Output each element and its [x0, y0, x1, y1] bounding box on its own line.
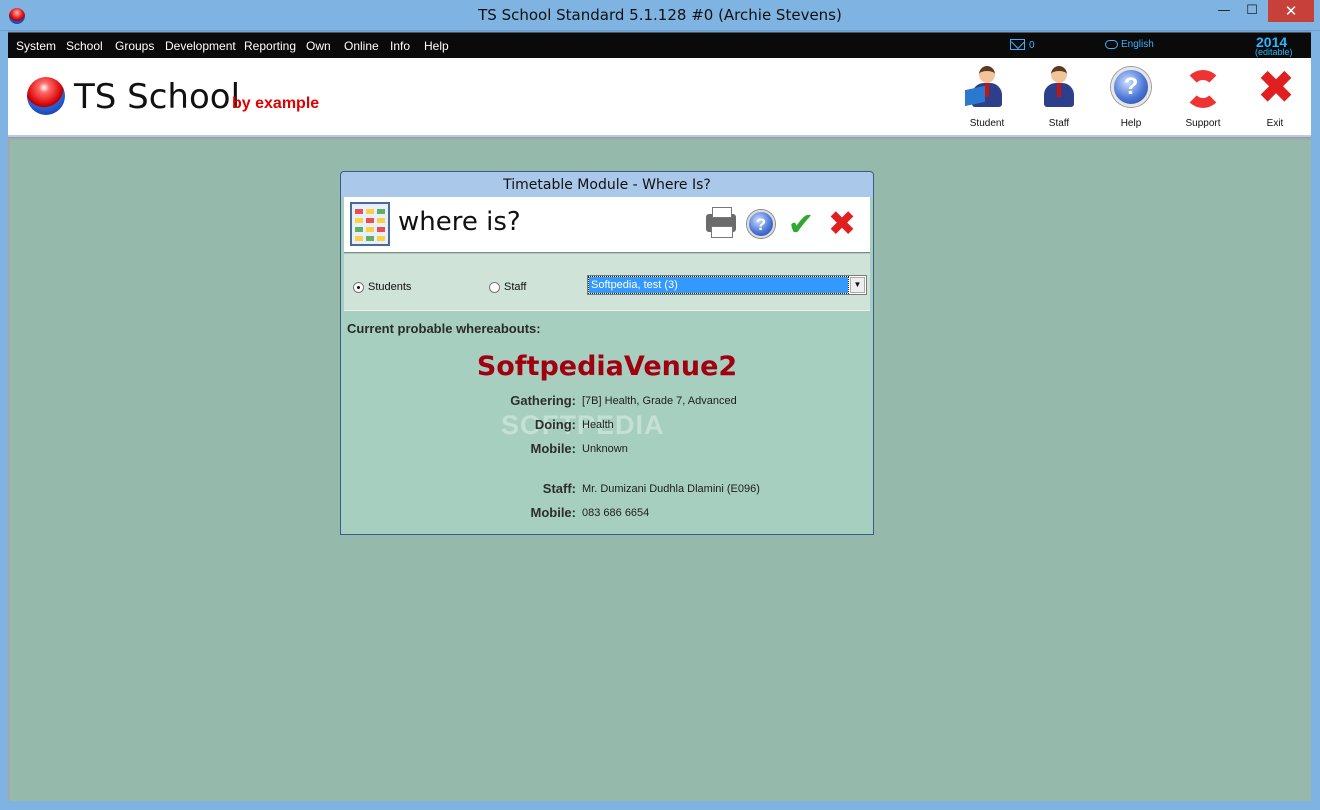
timetable-icon	[350, 202, 390, 246]
person-select-value[interactable]: Softpedia, test (3)	[588, 276, 849, 294]
menu-own[interactable]: Own	[306, 39, 331, 53]
staff-radio[interactable]	[489, 282, 500, 293]
staff-mobile-value: 083 686 6654	[582, 507, 650, 519]
title-bar[interactable]: TS School Standard 5.1.128 #0 (Archie St…	[0, 0, 1320, 31]
printer-icon	[706, 207, 736, 238]
students-radio[interactable]	[353, 282, 364, 293]
student-label: Student	[969, 118, 1005, 129]
selection-row: Students Staff Softpedia, test (3) ▼	[344, 254, 870, 311]
person-select[interactable]: Softpedia, test (3) ▼	[587, 275, 867, 295]
support-label: Support	[1185, 118, 1221, 129]
close-button[interactable]: ✕	[1268, 0, 1314, 22]
chevron-down-icon[interactable]: ▼	[850, 277, 865, 293]
staff-mobile-label: Mobile:	[530, 505, 577, 520]
logo-text: TS School	[74, 77, 241, 117]
logo-subtitle: by example	[232, 95, 320, 112]
year-editable-note: (editable)	[1255, 47, 1293, 57]
help-label: Help	[1120, 118, 1142, 129]
doing-label: Doing:	[534, 417, 576, 432]
mail-icon[interactable]	[1010, 39, 1025, 50]
maximize-button[interactable]: ☐	[1238, 0, 1266, 22]
whereabouts-label: Current probable whereabouts:	[347, 321, 541, 336]
staff-icon	[1037, 66, 1081, 110]
exit-label: Exit	[1266, 118, 1284, 129]
exit-button[interactable]: ✖ Exit	[1242, 60, 1308, 132]
menu-system[interactable]: System	[16, 39, 56, 53]
staff-name-label: Staff:	[542, 481, 576, 496]
help-icon: ?	[1109, 66, 1153, 110]
mobile-label: Mobile:	[530, 441, 577, 456]
cancel-button[interactable]: ✖	[825, 207, 859, 241]
lifebuoy-icon	[1181, 66, 1225, 110]
dialog-heading: where is?	[398, 207, 521, 237]
window-title: TS School Standard 5.1.128 #0 (Archie St…	[478, 6, 842, 24]
student-button[interactable]: Student	[954, 66, 1020, 132]
staff-radio-label[interactable]: Staff	[504, 281, 526, 293]
menu-online[interactable]: Online	[344, 39, 379, 53]
where-is-dialog: Timetable Module - Where Is? where is? ?…	[340, 171, 874, 535]
gathering-label: Gathering:	[510, 393, 576, 408]
checkmark-icon: ✔	[787, 205, 815, 243]
window-frame-right	[1311, 31, 1320, 810]
language-bubble-icon[interactable]	[1105, 40, 1118, 49]
students-radio-label[interactable]: Students	[368, 281, 411, 293]
menu-development[interactable]: Development	[165, 39, 236, 53]
language-link[interactable]: English	[1121, 39, 1154, 50]
menu-help[interactable]: Help	[424, 39, 449, 53]
menu-info[interactable]: Info	[390, 39, 410, 53]
window-frame-bottom	[0, 801, 1320, 810]
dialog-help-button[interactable]: ?	[744, 208, 778, 240]
window-frame-left	[0, 31, 8, 810]
student-icon	[965, 66, 1009, 110]
help-button[interactable]: ? Help	[1098, 66, 1164, 132]
print-button[interactable]	[704, 207, 738, 240]
close-icon: ✖	[827, 204, 857, 244]
logo-ball-icon	[27, 77, 65, 115]
support-button[interactable]: Support	[1170, 66, 1236, 132]
mail-count[interactable]: 0	[1029, 40, 1035, 51]
gathering-value: [7B] Health, Grade 7, Advanced	[582, 395, 737, 407]
staff-button[interactable]: Staff	[1026, 66, 1092, 132]
help-icon: ?	[747, 210, 775, 238]
dialog-header: where is? ? ✔ ✖	[344, 197, 870, 253]
doing-value: Health	[582, 419, 614, 431]
staff-label: Staff	[1048, 118, 1070, 129]
ok-button[interactable]: ✔	[784, 208, 818, 240]
menu-school[interactable]: School	[66, 39, 103, 53]
exit-icon: ✖	[1256, 60, 1296, 114]
staff-name-value: Mr. Dumizani Dudhla Dlamini (E096)	[582, 483, 760, 495]
app-header: TS School by example Student Staff ? Hel…	[8, 58, 1311, 137]
venue-name: SoftpediaVenue2	[476, 351, 738, 382]
dialog-title[interactable]: Timetable Module - Where Is?	[341, 172, 873, 197]
menu-reporting[interactable]: Reporting	[244, 39, 296, 53]
menu-bar: System School Groups Development Reporti…	[8, 32, 1311, 58]
mobile-value: Unknown	[582, 443, 628, 455]
menu-groups[interactable]: Groups	[115, 39, 154, 53]
minimize-button[interactable]: —	[1210, 0, 1238, 22]
